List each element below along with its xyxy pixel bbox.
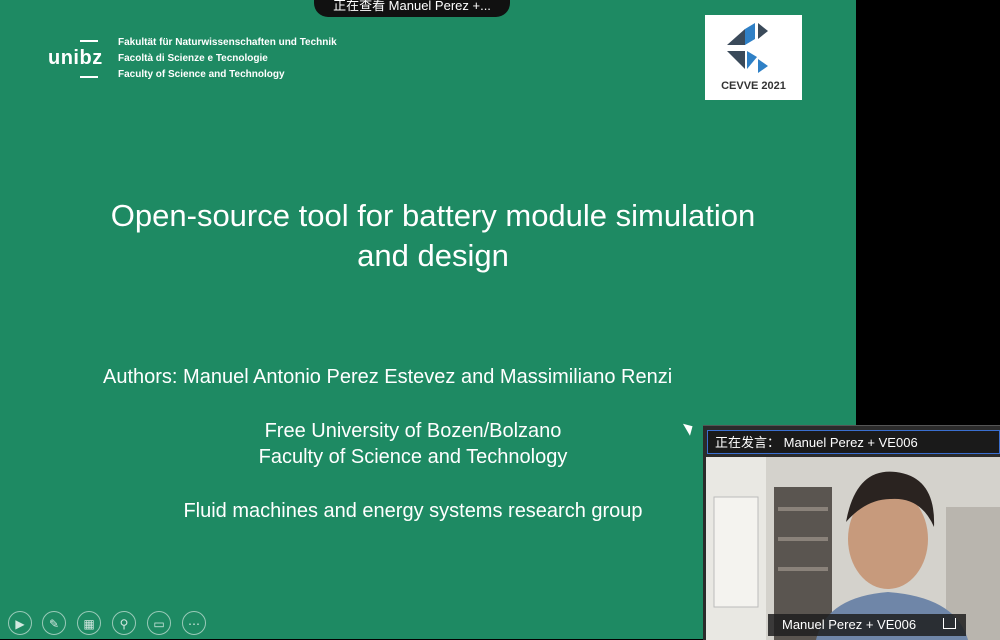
slide-title-line-1: Open-source tool for battery module simu… (110, 198, 756, 233)
play-icon[interactable]: ▶ (8, 611, 32, 635)
logo-line (80, 76, 98, 78)
more-icon[interactable]: ⋯ (182, 611, 206, 635)
video-panel[interactable]: 正在发言： Manuel Perez + VE006 Manuel Perez … (703, 425, 1000, 640)
viewing-banner[interactable]: 正在查看 Manuel Perez +... (314, 0, 510, 17)
participant-name-tag: Manuel Perez + VE006 (768, 614, 966, 636)
authors-text: Authors: Manuel Antonio Perez Estevez an… (103, 366, 673, 388)
logo-line (80, 40, 98, 42)
conference-logo-text: CEVVE 2021 (721, 80, 786, 92)
slide-title: Open-source tool for battery module simu… (40, 196, 826, 276)
slide-title-line-2: and design (357, 238, 509, 273)
zoom-icon[interactable]: ⚲ (112, 611, 136, 635)
conference-logo-mark (727, 23, 768, 73)
conference-logo: CEVVE 2021 (705, 15, 802, 100)
speaker-video: Manuel Perez + VE006 (706, 457, 1000, 640)
slides-icon[interactable]: ▦ (77, 611, 101, 635)
pen-icon[interactable]: ✎ (42, 611, 66, 635)
faculty-line-it: Facoltà di Scienze e Tecnologie (118, 53, 268, 64)
speaker-video-frame (706, 457, 1000, 640)
subtitles-icon[interactable]: ▭ (147, 611, 171, 635)
faculty-line-de: Fakultät für Naturwissenschaften und Tec… (118, 37, 337, 48)
participant-name: Manuel Perez + VE006 (782, 617, 917, 632)
logo-text: unibz (48, 47, 103, 69)
speaking-indicator: 正在发言： Manuel Perez + VE006 (707, 430, 1000, 454)
faculty-line-en: Faculty of Science and Technology (118, 69, 285, 80)
share-icon[interactable] (943, 618, 956, 629)
